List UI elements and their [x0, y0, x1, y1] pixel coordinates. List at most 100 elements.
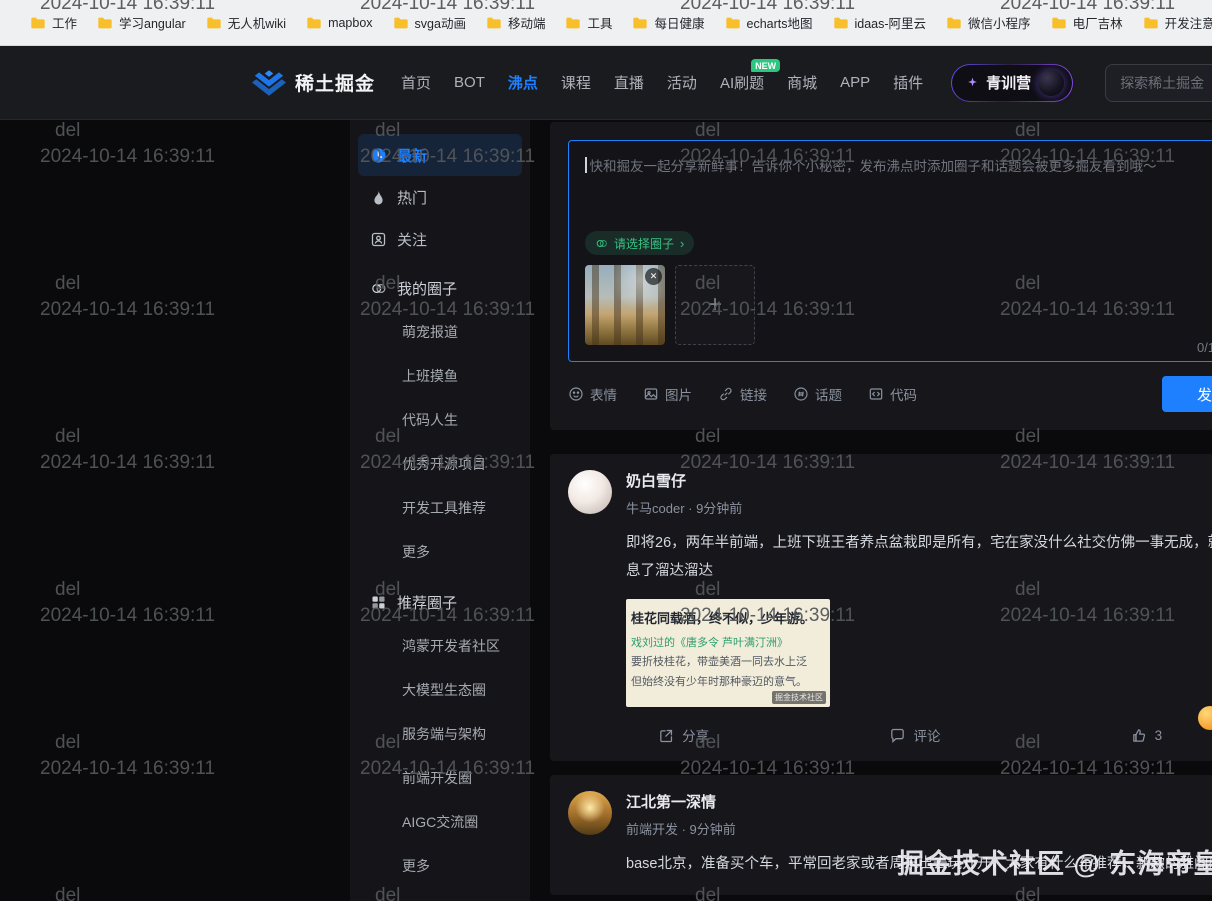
sidebar-item-label: 我的圈子 — [397, 278, 457, 299]
folder-icon — [833, 16, 849, 30]
quote-source-link: 戏刘过的《唐多令 芦叶满汀洲》 — [631, 634, 822, 650]
post-meta: 前端开发 · 9分钟前 — [626, 819, 736, 838]
nav-item[interactable]: 商城 — [787, 72, 817, 93]
like-button[interactable]: 3 — [1031, 725, 1212, 745]
char-counter: 0/1000 — [1197, 340, 1212, 355]
clock-icon — [370, 147, 387, 164]
sidebar-item[interactable]: 最新 — [358, 134, 522, 176]
publish-button[interactable]: 发布 — [1162, 376, 1212, 412]
bookmark-item[interactable]: 微信小程序 — [938, 9, 1039, 36]
upload-row: ✕ + — [585, 265, 1212, 345]
bookmark-item[interactable]: svga动画 — [385, 9, 474, 36]
bookmark-item[interactable]: 无人机wiki — [198, 9, 294, 36]
bookmark-item[interactable]: echarts地图 — [717, 9, 821, 36]
sidebar-group-header[interactable]: 我的圈子 — [358, 266, 522, 310]
nav-item[interactable]: 沸点 — [508, 72, 538, 93]
comment-button[interactable]: 评论 — [799, 725, 1030, 745]
search-input[interactable] — [1105, 64, 1212, 102]
bookmark-item[interactable]: 工作 — [22, 9, 85, 36]
post-author[interactable]: 江北第一深情 — [626, 791, 736, 812]
bookmark-label: echarts地图 — [747, 13, 813, 32]
remove-image-button[interactable]: ✕ — [645, 268, 662, 285]
sidebar-subitem[interactable]: 开发工具推荐 — [358, 486, 522, 530]
uploaded-image-thumbnail[interactable]: ✕ — [585, 265, 665, 345]
sidebar-subitem[interactable]: 更多 — [358, 530, 522, 574]
bookmark-item[interactable]: idaas-阿里云 — [825, 9, 935, 36]
sidebar-subitem[interactable]: 鸿蒙开发者社区 — [358, 624, 522, 668]
nav-item[interactable]: BOT — [454, 74, 485, 91]
bookmark-item[interactable]: mapbox — [298, 12, 380, 34]
tool-label: 图片 — [665, 384, 692, 404]
tool-label: 话题 — [815, 384, 842, 404]
avatar[interactable] — [568, 470, 612, 514]
select-circle-button[interactable]: 请选择圈子 › — [585, 231, 694, 255]
bookmarks-bar-items: 工作学习angular 无人机wiki mapboxsvga动画移动端工具每日健康 e… — [22, 9, 1212, 36]
composer-bar: 表情 图片 链接 话题 代码 发布 — [568, 376, 1212, 412]
link-tool-button[interactable]: 链接 — [718, 384, 767, 404]
bookmark-item[interactable]: 工具 — [557, 9, 620, 36]
site-logo[interactable]: 稀土掘金 — [252, 69, 375, 96]
nav-item[interactable]: 插件 — [893, 72, 923, 93]
nav-item[interactable]: 课程 — [561, 72, 591, 93]
camp-label: 青训营 — [986, 72, 1031, 93]
site-logo-text: 稀土掘金 — [295, 69, 375, 96]
composer-toolbar: 表情 图片 链接 话题 代码 — [568, 384, 917, 404]
nav-item[interactable]: AI刷题NEW — [720, 72, 764, 93]
sidebar-subitem[interactable]: 优秀开源项目 — [358, 442, 522, 486]
share-button[interactable]: 分享 — [568, 725, 799, 745]
sidebar-subitem[interactable]: 更多 — [358, 844, 522, 888]
nav-label: AI刷题 — [720, 75, 764, 92]
image-tool-button[interactable]: 图片 — [643, 384, 692, 404]
bookmark-item[interactable]: 电厂吉林 — [1043, 9, 1131, 36]
bookmark-label: 无人机wiki — [228, 13, 286, 32]
post-actions: 分享 评论 3 — [568, 725, 1212, 745]
tool-label: 代码 — [890, 384, 917, 404]
nav-label: 沸点 — [508, 75, 538, 92]
post-content: base北京，准备买个车，平常回老家或者周末出去玩开开，大家有什么车推荐，新款的… — [626, 850, 1212, 878]
sidebar-subitem[interactable]: 前端开发圈 — [358, 756, 522, 800]
bookmarks-bar: 工作学习angular 无人机wiki mapboxsvga动画移动端工具每日健康 e… — [0, 0, 1212, 46]
quote-line: 桂花同载酒，终不似，少年游。 — [631, 608, 822, 627]
sidebar-subitem[interactable]: 上班摸鱼 — [358, 354, 522, 398]
sidebar-item-label: 推荐圈子 — [397, 592, 457, 613]
nav-item[interactable]: APP — [840, 74, 870, 91]
sidebar-subitem[interactable]: 服务端与架构 — [358, 712, 522, 756]
nav-item[interactable]: 首页 — [401, 72, 431, 93]
sidebar-item[interactable]: 热门 — [358, 176, 522, 218]
youth-camp-button[interactable]: 青训营 — [951, 64, 1073, 102]
composer-placeholder: 快和掘友一起分享新鲜事！告诉你个小秘密，发布沸点时添加圈子和话题会被更多掘友看到… — [590, 155, 1157, 175]
post-card: 江北第一深情 前端开发 · 9分钟前 base北京，准备买个车，平常回老家或者周… — [550, 775, 1212, 894]
link-icon — [718, 386, 734, 402]
plus-icon: + — [708, 291, 722, 319]
text-caret — [585, 157, 587, 173]
composer-editor[interactable]: 快和掘友一起分享新鲜事！告诉你个小秘密，发布沸点时添加圈子和话题会被更多掘友看到… — [568, 140, 1212, 362]
sidebar-item[interactable]: 关注 — [358, 218, 522, 260]
bookmark-item[interactable]: 学习angular — [89, 9, 194, 36]
sidebar-subitem[interactable]: 萌宠报道 — [358, 310, 522, 354]
avatar[interactable] — [568, 791, 612, 835]
like-icon — [1131, 727, 1148, 744]
add-image-tile[interactable]: + — [675, 265, 755, 345]
sidebar-item-label: 最新 — [397, 145, 427, 166]
bookmark-item[interactable]: 每日健康 — [624, 9, 712, 36]
nav-item[interactable]: 活动 — [667, 72, 697, 93]
sidebar-group-header[interactable]: 推荐圈子 — [358, 580, 522, 624]
topic-tool-button[interactable]: 话题 — [793, 384, 842, 404]
code-tool-button[interactable]: 代码 — [868, 384, 917, 404]
bookmark-item[interactable]: 开发注意 — [1135, 9, 1212, 36]
sidebar-subitem[interactable]: 大模型生态圈 — [358, 668, 522, 712]
emoji-icon — [568, 386, 584, 402]
sidebar-subitem[interactable]: AIGC交流圈 — [358, 800, 522, 844]
quote-card-image[interactable]: 桂花同载酒，终不似，少年游。 戏刘过的《唐多令 芦叶满汀洲》 要折枝桂花，带壶美… — [626, 599, 830, 708]
nav-label: APP — [840, 74, 870, 91]
post-meta: 牛马coder · 9分钟前 — [626, 498, 742, 517]
post-author[interactable]: 奶白雪仔 — [626, 470, 742, 491]
nav-item[interactable]: 直播 — [614, 72, 644, 93]
emoji-tool-button[interactable]: 表情 — [568, 384, 617, 404]
sidebar-subitem[interactable]: 代码人生 — [358, 398, 522, 442]
flame-icon — [370, 189, 387, 206]
folder-icon — [725, 16, 741, 30]
bookmark-item[interactable]: 移动端 — [478, 9, 554, 36]
nav-label: 首页 — [401, 75, 431, 92]
quote-line: 要折枝桂花，带壶美酒一同去水上泛 — [631, 655, 822, 671]
